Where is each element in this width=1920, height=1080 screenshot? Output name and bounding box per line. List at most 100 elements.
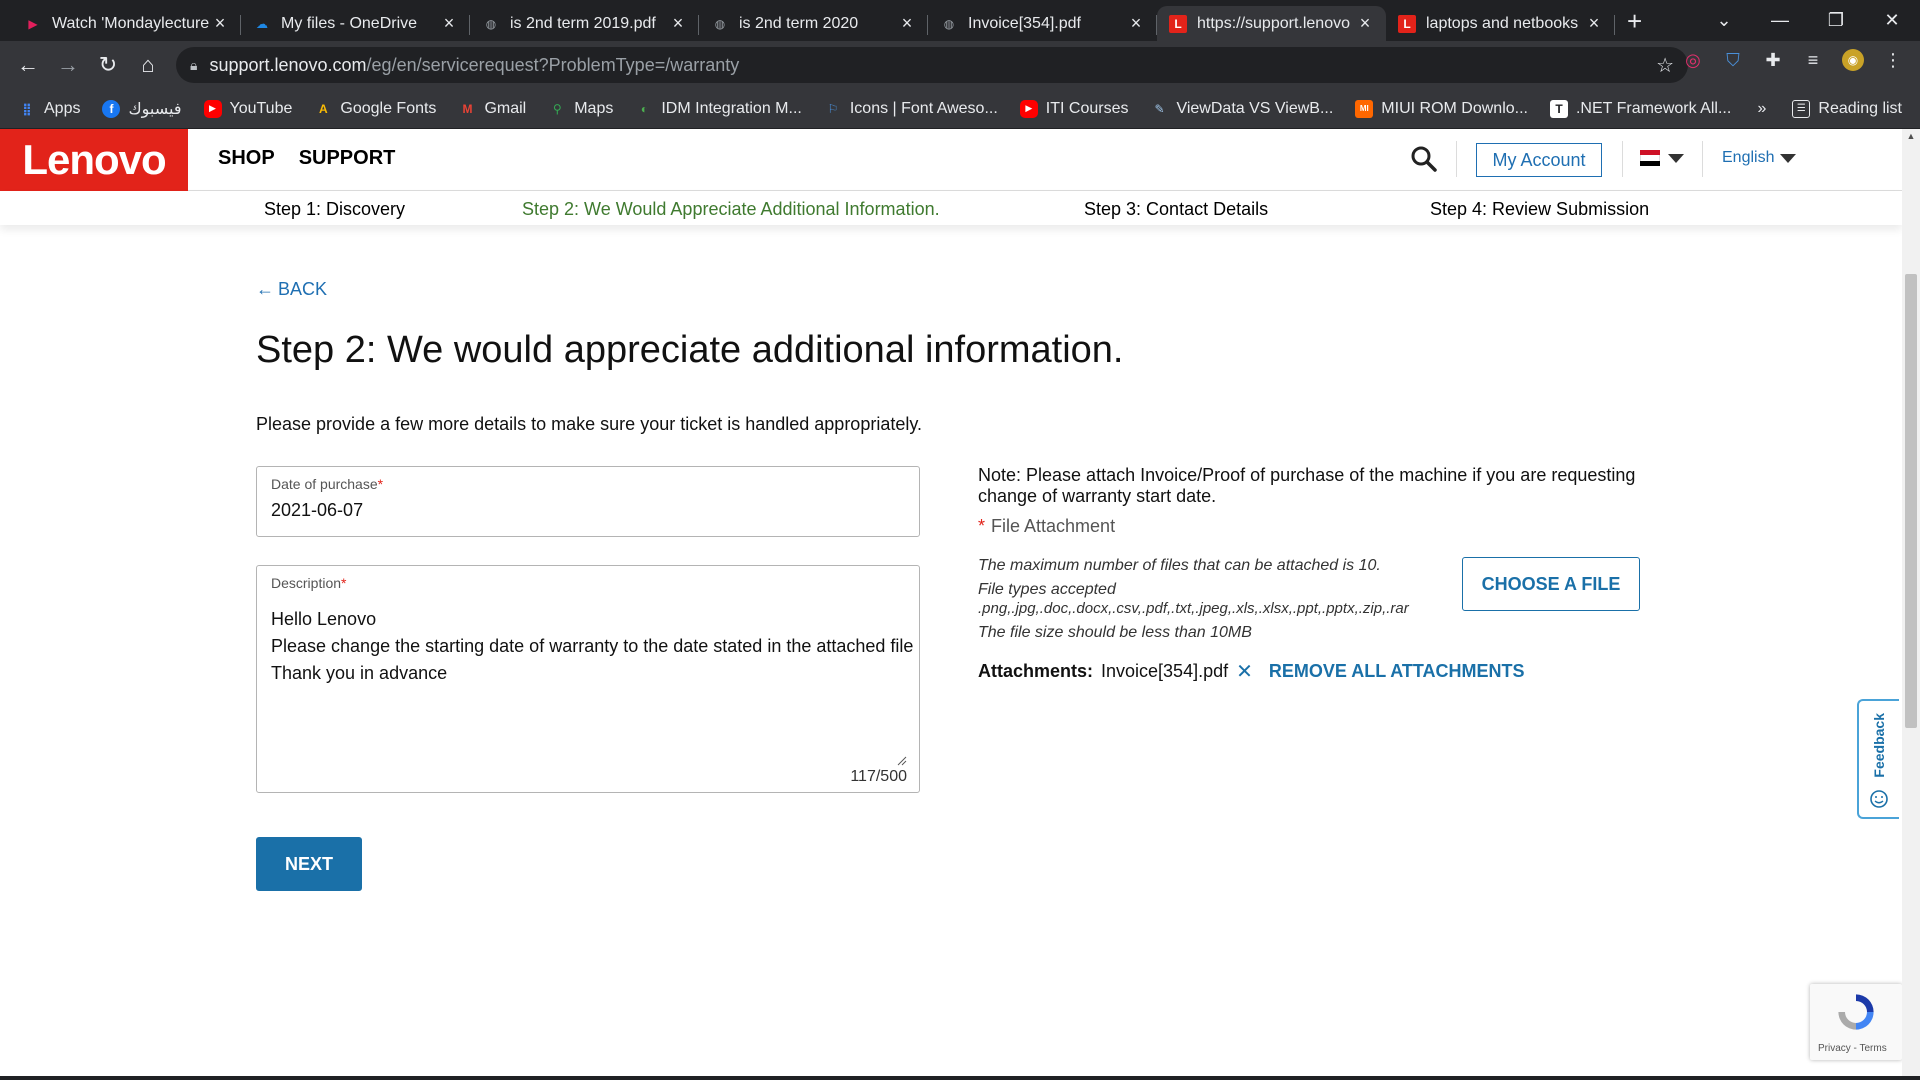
nav-shop[interactable]: SHOP <box>218 147 275 170</box>
bookmark-star-icon[interactable]: ☆ <box>1656 53 1674 78</box>
reading-list-button[interactable]: ☰ Reading list <box>1792 99 1902 118</box>
idm-icon: ◐ <box>640 101 648 116</box>
tab-search-icon[interactable]: ⌄ <box>1696 10 1752 31</box>
description-textarea[interactable]: Hello Lenovo Please change the starting … <box>271 606 913 687</box>
tab-close-icon[interactable]: × <box>440 13 458 34</box>
bookmark-item[interactable]: M Gmail <box>458 100 526 118</box>
attachment-note: Note: Please attach Invoice/Proof of pur… <box>978 465 1636 506</box>
back-label: BACK <box>278 279 328 299</box>
forward-arrow-icon[interactable]: → <box>48 52 88 78</box>
tab-close-icon[interactable]: × <box>669 13 687 34</box>
date-value[interactable]: 2021-06-07 <box>271 500 363 521</box>
browser-tab[interactable]: Llaptops and netbooks × <box>1386 6 1615 41</box>
reading-list-label: Reading list <box>1818 99 1902 117</box>
date-of-purchase-field[interactable]: Date of purchase* 2021-06-07 <box>256 466 920 537</box>
tab-title: is 2nd term 2020 <box>739 14 859 32</box>
tab-close-icon[interactable]: × <box>1127 13 1145 34</box>
tab-close-icon[interactable]: × <box>898 13 916 34</box>
bookmark-label: ViewData VS ViewB... <box>1176 99 1334 117</box>
browser-tab[interactable]: ◍ Invoice[354].pdf × <box>928 6 1157 41</box>
extensions-area: ◎ ⛉ ✚ ≡ ◉ ⋮ <box>1682 49 1904 71</box>
address-bar[interactable]: 🔒︎ support.lenovo.com/eg/en/servicereque… <box>176 47 1688 83</box>
bookmark-item[interactable]: ✎ ViewData VS ViewB... <box>1150 100 1333 118</box>
window-bottom-border <box>0 1076 1920 1080</box>
bookmark-item[interactable]: ⚲ Maps <box>548 99 614 118</box>
remove-file-icon[interactable]: ✕ <box>1236 659 1253 684</box>
lenovo-l-icon: L <box>1169 14 1187 33</box>
browser-tab[interactable]: ◍ is 2nd term 2019.pdf × <box>470 6 699 41</box>
media-control-icon[interactable]: ≡ <box>1802 49 1824 71</box>
globe-icon: ◍ <box>714 16 726 31</box>
bookmarks-right: » ☰ Reading list <box>1757 99 1902 118</box>
recaptcha-terms[interactable]: Privacy - Terms <box>1818 1043 1887 1054</box>
egypt-flag-icon[interactable] <box>1640 150 1660 166</box>
bookmark-label: Icons | Font Aweso... <box>849 99 998 117</box>
bookmark-item[interactable]: ⣿ Apps <box>18 100 80 118</box>
choose-file-button[interactable]: CHOOSE A FILE <box>1462 557 1640 611</box>
rule-types-title: File types accepted <box>978 581 1116 598</box>
browser-tab[interactable]: ◍ is 2nd term 2020 × <box>699 6 928 41</box>
bookmark-label: Maps <box>574 99 614 117</box>
profile-avatar[interactable]: ◉ <box>1842 49 1864 71</box>
resize-handle-icon[interactable] <box>897 756 907 766</box>
flag-icon: ⚐ <box>827 101 839 116</box>
scroll-up-icon[interactable]: ▲ <box>1902 131 1920 141</box>
bookmark-item[interactable]: f فيسبوك <box>102 99 182 119</box>
my-account-button[interactable]: My Account <box>1476 143 1602 177</box>
menu-kebab-icon[interactable]: ⋮ <box>1882 49 1904 71</box>
next-button[interactable]: NEXT <box>256 837 362 891</box>
step-4: Step 4: Review Submission <box>1430 199 1650 219</box>
home-icon[interactable]: ⌂ <box>128 52 168 78</box>
description-field[interactable]: Description* Hello Lenovo Please change … <box>256 565 920 793</box>
bookmark-label: .NET Framework All... <box>1575 99 1732 117</box>
browser-tab[interactable]: ▶ Watch 'Mondaylecture × <box>12 6 241 41</box>
close-window-button[interactable]: ✕ <box>1864 10 1920 31</box>
bookmark-item[interactable]: T .NET Framework All... <box>1549 99 1732 118</box>
back-link[interactable]: ← BACK <box>256 279 327 300</box>
scrollbar-thumb[interactable] <box>1905 274 1917 728</box>
new-tab-button[interactable]: + <box>1627 6 1642 37</box>
minimize-button[interactable]: — <box>1752 10 1808 31</box>
language-selector[interactable]: English <box>1722 149 1774 167</box>
chevron-down-icon[interactable] <box>1668 154 1684 163</box>
browser-tab[interactable]: Lhttps://support.lenovo × <box>1157 6 1386 41</box>
puzzle-extensions-icon[interactable]: ✚ <box>1762 49 1784 71</box>
chevron-down-icon[interactable] <box>1780 154 1796 163</box>
rule-max-files: The maximum number of files that can be … <box>978 557 1381 574</box>
intro-text: Please provide a few more details to mak… <box>256 414 923 434</box>
browser-tab[interactable]: ☁ My files - OneDrive × <box>241 6 470 41</box>
bookmark-item[interactable]: ▶ YouTube <box>203 99 293 118</box>
tt-icon: T <box>1549 99 1568 118</box>
bookmark-label: YouTube <box>229 99 293 117</box>
viewdata-icon: ✎ <box>1154 101 1165 116</box>
page-scrollbar[interactable]: ▲ <box>1902 129 1920 1080</box>
attachments-row: Attachments: Invoice[354].pdf ✕ REMOVE A… <box>978 659 1525 684</box>
bookmark-item[interactable]: MI MIUI ROM Downlo... <box>1355 99 1528 118</box>
bookmark-item[interactable]: ◐ IDM Integration M... <box>635 100 802 118</box>
tab-title: https://support.lenovo <box>1197 14 1350 32</box>
back-arrow-icon[interactable]: ← <box>8 52 48 78</box>
lock-icon[interactable]: 🔒︎ <box>190 57 197 74</box>
maps-pin-icon: ⚲ <box>552 101 562 116</box>
gmail-icon: M <box>462 101 473 116</box>
remove-all-attachments-link[interactable]: REMOVE ALL ATTACHMENTS <box>1269 661 1525 682</box>
tab-title: Watch 'Mondaylecture <box>52 14 210 32</box>
tab-close-icon[interactable]: × <box>211 13 229 34</box>
tab-close-icon[interactable]: × <box>1356 13 1374 34</box>
bookmark-item[interactable]: ⚐ Icons | Font Aweso... <box>824 99 998 118</box>
reload-icon[interactable]: ↻ <box>88 52 128 78</box>
restore-button[interactable]: ❐ <box>1808 10 1864 31</box>
feedback-tab[interactable]: Feedback <box>1857 699 1899 819</box>
step-progress: Step 1: Discovery Step 2: We Would Appre… <box>0 191 1902 225</box>
bookmark-item[interactable]: ▶ ITI Courses <box>1019 99 1128 118</box>
instagram-extension-icon[interactable]: ◎ <box>1682 49 1704 71</box>
search-icon[interactable] <box>1410 145 1438 173</box>
miui-icon: MI <box>1355 99 1374 118</box>
bookmark-item[interactable]: A Google Fonts <box>314 100 436 118</box>
tab-close-icon[interactable]: × <box>1585 13 1603 34</box>
shield-extension-icon[interactable]: ⛉ <box>1722 49 1744 71</box>
nav-support[interactable]: SUPPORT <box>299 147 396 170</box>
bookmarks-overflow-button[interactable]: » <box>1757 100 1766 118</box>
recaptcha-badge[interactable]: Privacy - Terms <box>1810 984 1902 1060</box>
lenovo-logo[interactable]: Lenovo <box>0 129 188 191</box>
